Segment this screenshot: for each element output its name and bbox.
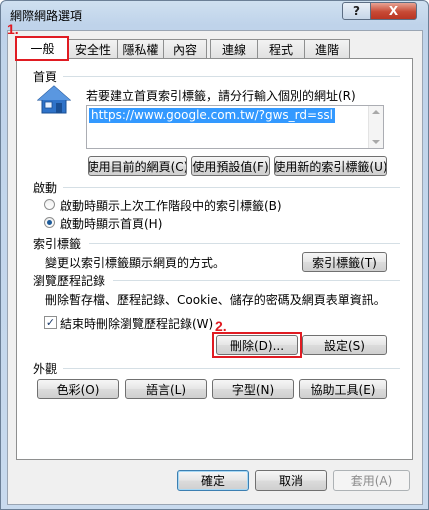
delete-on-exit-label: 結束時刪除瀏覽歷程記錄(W) [60,317,214,331]
home-page-url-text: https://www.google.com.tw/?gws_rd=ssl [89,108,335,123]
use-default-button[interactable]: 使用預設值(F) [191,156,270,176]
ok-button[interactable]: 確定 [177,470,249,491]
browsing-history-description: 刪除暫存檔、歷程記錄、Cookie、儲存的密碼及網頁表單資訊。 [45,293,386,307]
tab-programs[interactable]: 程式 [257,39,305,58]
startup-last-session-radio[interactable] [44,199,55,210]
tab-advanced[interactable]: 進階 [304,39,350,58]
tab-label: 連線 [221,42,246,57]
annotation-marker-2: 2. [215,318,227,334]
tab-label: 進階 [314,42,339,57]
accessibility-button[interactable]: 協助工具(E) [299,379,387,399]
separator [113,280,400,281]
tabs-section-heading: 索引標籤 [33,237,82,251]
tabs-section-description: 變更以索引標籤顯示網頁的方式。 [45,256,226,270]
colors-button[interactable]: 色彩(O) [37,379,119,399]
history-settings-button[interactable]: 設定(S) [302,335,387,355]
checkmark-icon: ✓ [45,316,56,329]
tab-content[interactable]: 內容 [163,39,207,58]
help-icon: ? [353,4,360,18]
startup-heading: 啟動 [33,181,58,195]
separator [89,243,400,244]
tab-label: 安全性 [74,42,111,57]
separator [63,368,400,369]
home-page-description: 若要建立首頁索引標籤，請分行輸入個別的網址(R) [86,89,356,103]
tabs-settings-button[interactable]: 索引標籤(T) [302,252,387,272]
url-scrollbar[interactable] [368,106,383,148]
use-current-button[interactable]: 使用目前的網頁(C) [88,156,187,176]
tab-connections[interactable]: 連線 [210,39,258,58]
separator [63,76,400,77]
close-button[interactable]: X [370,2,417,20]
delete-on-exit-checkbox[interactable]: ✓ [44,316,57,329]
window-title: 網際網路選項 [10,9,83,23]
startup-home-page-radio[interactable] [44,217,55,228]
use-new-tab-button[interactable]: 使用新的索引標籤(U) [274,156,387,176]
fonts-button[interactable]: 字型(N) [212,379,294,399]
tab-label: 內容 [172,42,197,57]
startup-last-session-label: 啟動時顯示上次工作階段中的索引標籤(B) [60,199,282,213]
internet-options-dialog: 網際網路選項 ? X 一般 安全性 隱私權 內容 連線 程式 進階 首頁 若要建… [0,0,429,510]
home-page-url-input[interactable]: https://www.google.com.tw/?gws_rd=ssl [86,105,384,149]
tab-label: 隱私權 [122,42,159,57]
close-icon: X [388,4,399,18]
home-page-heading: 首頁 [33,70,58,84]
tab-security[interactable]: 安全性 [68,39,118,58]
cancel-button[interactable]: 取消 [255,470,327,491]
tab-label: 程式 [268,42,293,57]
home-icon [37,85,71,114]
languages-button[interactable]: 語言(L) [125,379,207,399]
annotation-marker-1: 1. [7,21,19,37]
annotation-highlight-general-tab [15,36,69,61]
appearance-heading: 外觀 [33,362,58,376]
apply-button[interactable]: 套用(A) [333,470,410,491]
scroll-down-icon[interactable] [372,140,380,144]
startup-home-page-label: 啟動時顯示首頁(H) [60,217,163,231]
annotation-highlight-delete-button [212,332,302,358]
scroll-up-icon[interactable] [372,110,380,114]
help-button[interactable]: ? [342,2,371,20]
browsing-history-heading: 瀏覽歷程記錄 [33,274,106,288]
tab-privacy[interactable]: 隱私權 [117,39,164,58]
separator [63,187,400,188]
